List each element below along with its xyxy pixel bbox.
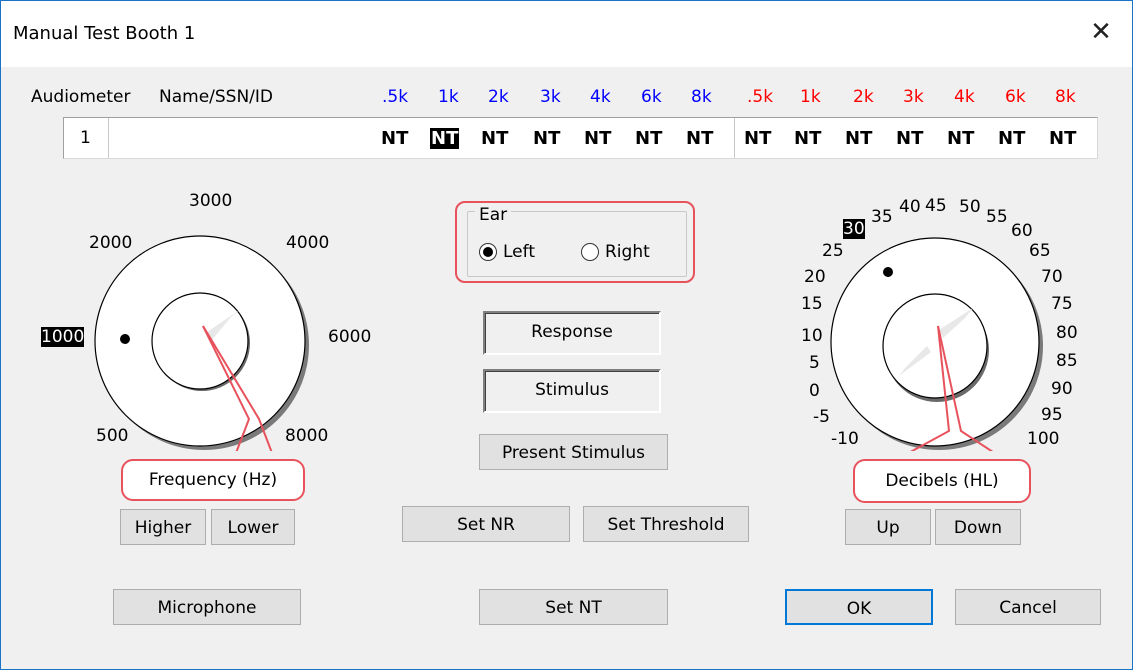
left-threshold-cell[interactable]: NT (481, 128, 508, 149)
title-bar: Manual Test Booth 1 ✕ (1, 1, 1132, 67)
close-icon[interactable]: ✕ (1084, 15, 1118, 49)
db-tick: 0 (809, 381, 820, 401)
left-threshold-cell[interactable]: NT (533, 128, 560, 149)
freq-tick-1000-selected: 1000 (41, 327, 85, 347)
db-tick: 90 (1051, 379, 1073, 399)
header-audiometer: Audiometer (31, 87, 131, 107)
db-tick: 20 (804, 267, 826, 287)
header-right-freq: 8k (1055, 87, 1076, 107)
freq-tick-3000: 3000 (189, 191, 233, 211)
header-right-freq: 6k (1005, 87, 1026, 107)
header-name: Name/SSN/ID (159, 87, 274, 107)
db-tick: 95 (1041, 405, 1063, 425)
ear-right-label: Right (605, 242, 650, 262)
db-tick: 85 (1056, 351, 1078, 371)
right-threshold-cell[interactable]: NT (947, 128, 974, 149)
freq-tick-500: 500 (96, 426, 129, 446)
right-threshold-cell[interactable]: NT (845, 128, 872, 149)
frequency-label: Frequency (Hz) (121, 459, 305, 501)
header-left-freq: 6k (641, 87, 662, 107)
set-nr-button[interactable]: Set NR (402, 506, 570, 542)
dialog-window: Manual Test Booth 1 ✕ Audiometer Name/SS… (0, 0, 1133, 670)
header-left-freq: 8k (691, 87, 712, 107)
decibels-label: Decibels (HL) (853, 459, 1031, 503)
db-tick: -5 (813, 407, 830, 427)
right-threshold-cell[interactable]: NT (794, 128, 821, 149)
header-left-freq: 4k (590, 87, 611, 107)
ear-legend: Ear (475, 205, 512, 225)
microphone-button[interactable]: Microphone (113, 589, 301, 625)
left-threshold-cell[interactable]: NT (584, 128, 611, 149)
ear-left-label: Left (503, 242, 535, 262)
db-tick: 70 (1041, 267, 1063, 287)
freq-tick-8000: 8000 (285, 426, 329, 446)
frequency-dial[interactable] (91, 231, 331, 451)
results-row[interactable]: 1 NT NT NT NT NT NT NT NT NT NT NT NT NT… (63, 117, 1098, 159)
cancel-button[interactable]: Cancel (955, 589, 1101, 625)
header-left-freq: 1k (438, 87, 459, 107)
header-left-freq: .5k (382, 87, 409, 107)
header-right-freq: 3k (903, 87, 924, 107)
db-tick: 75 (1051, 294, 1073, 314)
db-tick: -10 (831, 429, 859, 449)
left-radio-icon[interactable] (479, 243, 497, 261)
decibel-dial[interactable] (821, 226, 1051, 451)
set-threshold-button[interactable]: Set Threshold (583, 506, 749, 542)
right-threshold-cell[interactable]: NT (1049, 128, 1076, 149)
header-right-freq: 2k (853, 87, 874, 107)
ear-right-option[interactable]: Right (581, 241, 676, 265)
stimulus-indicator: Stimulus (483, 369, 661, 413)
right-threshold-cell[interactable]: NT (744, 128, 771, 149)
right-threshold-cell[interactable]: NT (998, 128, 1025, 149)
down-button[interactable]: Down (935, 509, 1021, 545)
header-right-freq: .5k (747, 87, 774, 107)
present-stimulus-button[interactable]: Present Stimulus (479, 434, 668, 470)
db-tick: 40 (899, 197, 921, 217)
db-tick: 60 (1011, 221, 1033, 241)
db-tick: 45 (925, 196, 947, 216)
row-number: 1 (80, 128, 91, 148)
left-threshold-cell[interactable]: NT (381, 128, 408, 149)
window-title: Manual Test Booth 1 (13, 23, 196, 44)
left-threshold-cell[interactable]: NT (686, 128, 713, 149)
db-tick: 50 (959, 197, 981, 217)
ear-left-option[interactable]: Left (479, 241, 574, 265)
set-nt-button[interactable]: Set NT (479, 589, 668, 625)
header-right-freq: 4k (954, 87, 975, 107)
db-tick: 10 (801, 326, 823, 346)
ok-button[interactable]: OK (785, 589, 933, 625)
ear-group: Ear Left Right (455, 201, 695, 283)
lower-button[interactable]: Lower (211, 509, 295, 545)
right-radio-icon[interactable] (581, 243, 599, 261)
cell-divider (734, 118, 735, 158)
header-left-freq: 3k (540, 87, 561, 107)
left-threshold-cell-selected[interactable]: NT (430, 128, 460, 149)
header-left-freq: 2k (488, 87, 509, 107)
freq-tick-2000: 2000 (89, 233, 133, 253)
db-tick: 100 (1027, 429, 1060, 449)
db-tick-30-selected: 30 (843, 219, 865, 239)
db-tick: 55 (986, 207, 1008, 227)
db-tick: 15 (801, 294, 823, 314)
up-button[interactable]: Up (845, 509, 931, 545)
header-right-freq: 1k (800, 87, 821, 107)
db-tick: 35 (871, 207, 893, 227)
left-threshold-cell[interactable]: NT (635, 128, 662, 149)
db-tick: 65 (1029, 241, 1051, 261)
response-indicator: Response (483, 311, 661, 355)
freq-tick-6000: 6000 (328, 327, 372, 347)
db-tick: 5 (809, 353, 820, 373)
higher-button[interactable]: Higher (120, 509, 206, 545)
freq-tick-4000: 4000 (286, 233, 330, 253)
db-tick: 25 (822, 241, 844, 261)
right-threshold-cell[interactable]: NT (896, 128, 923, 149)
cell-divider (108, 118, 109, 158)
db-tick: 80 (1056, 323, 1078, 343)
